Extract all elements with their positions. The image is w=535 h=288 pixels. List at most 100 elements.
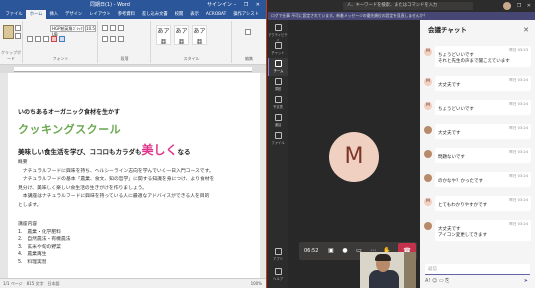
tab-design[interactable]: デザイン (62, 11, 86, 19)
font-name-select[interactable]: HGP創英角ｺﾞｼｯｸUB (50, 25, 84, 37)
video-person-hair (375, 254, 391, 261)
word-page[interactable]: いのちあるオーガニック食材を生かす クッキングスクール 美味しい食生活を学び、コ… (8, 73, 260, 278)
word-zoom-level[interactable]: 100% (251, 279, 262, 288)
avatar (424, 126, 432, 134)
align-right-icon[interactable] (118, 36, 124, 42)
chat-text: 大丈夫です アイコン変更してきます (438, 227, 488, 238)
chat-bubble: 昨日 03:24 ちょうどいいです (435, 100, 531, 115)
ruler-track (14, 67, 252, 72)
chat-bubble: 昨日 03:24 問題ないです (435, 148, 531, 163)
clipboard-label: クリップボード (1, 50, 21, 61)
avatar (424, 150, 432, 158)
doc-body-line: ナチュラルフードに興味を持ち、ヘルシーライン志向を学んでいく一日入門コースです。 (18, 168, 214, 174)
teams-window-controls[interactable]: – ❐ ✕ (509, 0, 533, 12)
teams-search-input[interactable]: 人、キーワードを検索、またはコマンドを入力 (343, 2, 473, 10)
highlight-icon[interactable] (59, 36, 65, 42)
paragraph-group: 段落 (99, 21, 151, 63)
doc-list-item: 3. 玄米や旬の野菜 (18, 244, 61, 250)
style-no-spacing[interactable]: あア亜 (174, 25, 189, 46)
tab-tell-me[interactable]: 操作アシスト (230, 11, 263, 19)
editing-group-label: 編集 (245, 56, 253, 61)
meeting-stage: M 06:52 ▣ ● ▭ ⋯ ✋ ☎ (288, 20, 420, 288)
avatar (424, 174, 432, 182)
chat-text: ちょうどいいです それと先生の声まで聞こえています (438, 53, 510, 64)
paste-icon[interactable] (3, 25, 14, 39)
rail-label: 課題 (274, 87, 282, 91)
camera-icon[interactable]: ▣ (326, 246, 336, 256)
teams-app-rail: アクティビティ チャット チーム 課題 予定表 通話 ファイル アプリ ヘルプ (268, 20, 288, 288)
rail-item-files[interactable]: ファイル (268, 130, 288, 148)
style-heading[interactable]: あア亜 (192, 25, 207, 46)
rail-item-calls[interactable]: 通話 (268, 112, 288, 130)
word-window-controls[interactable]: – ❐ ✕ (234, 0, 263, 10)
doc-list: 講座内容 1. 農業・化学肥料 2. 自然農法・有機農法 3. 玄米や旬の野菜 … (18, 221, 71, 266)
tab-acrobat[interactable]: ACROBAT (202, 11, 229, 19)
send-icon[interactable]: ➤ (524, 277, 528, 285)
italic-icon[interactable] (35, 36, 41, 42)
chat-message-list[interactable]: M 昨日 03:23 ちょうどいいです それと先生の声まで聞こえています M 昨… (420, 42, 535, 264)
avatar: M (424, 102, 432, 110)
rail-item-assignments[interactable]: 課題 (268, 76, 288, 94)
word-document-area: いのちあるオーガニック食材を生かす クッキングスクール 美味しい食生活を学び、コ… (0, 73, 266, 278)
rail-item-help[interactable]: ヘルプ (268, 266, 288, 284)
avatar: M (424, 198, 432, 206)
font-size-select[interactable]: 10.5 (85, 25, 96, 32)
numbering-icon[interactable] (110, 25, 116, 31)
close-icon[interactable]: ✕ (523, 20, 529, 40)
chat-header: 会議チャット ✕ (420, 20, 535, 40)
chat-compose-input[interactable]: 返信 (425, 264, 530, 275)
rail-label: アプリ (273, 257, 283, 261)
tab-view[interactable]: 表示 (187, 11, 203, 19)
tab-file[interactable]: ファイル (2, 11, 26, 19)
font-color-icon[interactable] (51, 36, 57, 42)
rail-label: ファイル (271, 141, 285, 145)
rail-item-apps[interactable]: アプリ (268, 246, 288, 264)
doc-list-item: 5. 料理実習 (18, 259, 47, 265)
copy-icon[interactable] (15, 33, 21, 39)
style-normal[interactable]: あア亜 (156, 25, 171, 46)
align-left-icon[interactable] (102, 36, 108, 42)
meeting-chat-panel: 会議チャット ✕ M 昨日 03:23 ちょうどいいです それと先生の声まで聞こ… (420, 20, 535, 288)
tab-review[interactable]: 校閲 (171, 11, 187, 19)
bullets-icon[interactable] (102, 25, 108, 31)
tab-references[interactable]: 参考資料 (114, 11, 138, 19)
find-icon[interactable] (245, 29, 251, 35)
chat-icon (274, 42, 282, 49)
cut-icon[interactable] (15, 25, 21, 31)
doc-body: 概要 ナチュラルフードに興味を持ち、ヘルシーライン志向を学んでいく一日入門コース… (18, 159, 254, 210)
word-ribbon-tabs: ファイル ホーム 挿入 デザイン レイアウト 参考資料 差し込み文書 校閲 表示… (0, 10, 266, 19)
teams-notification-banner: ログで仕事 不可に設定されています。新着メッセージの優先順位の設定を見直しません… (268, 12, 535, 20)
chat-text: 大丈夫です (438, 83, 461, 88)
rail-label: 予定表 (273, 105, 283, 109)
tab-insert[interactable]: 挿入 (46, 11, 62, 19)
rail-item-activity[interactable]: アクティビティ (268, 22, 288, 42)
indent-icon[interactable] (118, 25, 124, 31)
font-group-label: フォント (52, 56, 69, 61)
clipboard-group: クリップボード (0, 21, 23, 63)
word-signin-link[interactable]: サインイン (207, 0, 232, 10)
word-titlebar: 同期日(1) - Word サインイン – ❐ ✕ (0, 0, 266, 10)
format-tools-icon[interactable]: A! ☺ ▭ ⎘ (425, 278, 449, 284)
rail-item-calendar[interactable]: 予定表 (268, 94, 288, 112)
tab-home[interactable]: ホーム (26, 10, 46, 19)
tab-mailings[interactable]: 差し込み文書 (138, 11, 171, 19)
chat-bubble: 昨日 03:24 のかなや？かったです (435, 172, 531, 187)
teams-window: 人、キーワードを検索、またはコマンドを入力 – ❐ ✕ ログで仕事 不可に設定さ… (268, 0, 535, 288)
avatar (424, 222, 432, 230)
apps-icon (274, 248, 282, 255)
rail-item-chat[interactable]: チャット (268, 40, 288, 58)
doc-list-heading: 講座内容 (18, 222, 38, 227)
doc-subtitle: 美味しい食生活を学び、ココロもカラダも美しくなる (18, 141, 191, 158)
calendar-icon (274, 96, 282, 103)
teams-icon (275, 60, 282, 67)
doc-body-line: ナチュラルフードの基本「農業、食文、知の哲学」に関する知識を身につけ、より食材を (18, 177, 215, 182)
tab-layout[interactable]: レイアウト (86, 11, 114, 19)
rail-label: 通話 (274, 123, 282, 127)
underline-icon[interactable] (43, 36, 49, 42)
microphone-icon[interactable]: ● (340, 246, 350, 256)
rail-item-teams[interactable]: チーム (268, 58, 288, 76)
doc-subtitle-after: なる (177, 148, 191, 156)
doc-list-item: 1. 農業・化学肥料 (18, 229, 61, 235)
align-center-icon[interactable] (110, 36, 116, 42)
bold-icon[interactable] (27, 36, 33, 42)
